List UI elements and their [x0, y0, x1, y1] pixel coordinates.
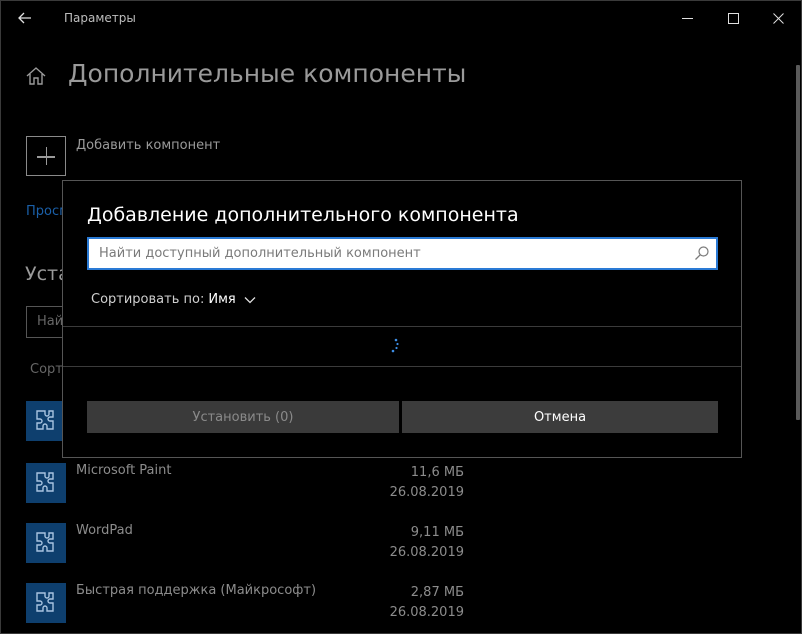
divider	[63, 366, 741, 367]
app-name: Microsoft Paint	[76, 463, 172, 478]
list-item[interactable]: Быстрая поддержка (Майкрософт) 2,87 МБ 2…	[26, 583, 486, 625]
app-icon	[26, 463, 66, 503]
maximize-button[interactable]	[710, 1, 756, 35]
window-title: Параметры	[64, 11, 136, 25]
dialog-title: Добавление дополнительного компонента	[87, 204, 519, 226]
back-button[interactable]	[11, 5, 39, 31]
installed-components-heading: Уста	[25, 263, 62, 285]
list-item[interactable]: WordPad 9,11 МБ 26.08.2019	[26, 523, 486, 565]
minimize-icon	[681, 17, 693, 19]
sort-label: Сортировать по:	[91, 292, 205, 307]
app-size: 2,87 МБ	[410, 585, 464, 600]
installed-search-input[interactable]: Най	[26, 306, 66, 338]
app-icon	[26, 401, 66, 441]
view-history-link[interactable]: Просм	[26, 204, 62, 219]
app-icon	[26, 523, 66, 563]
loading-spinner-icon	[391, 338, 399, 353]
app-name: WordPad	[76, 523, 133, 538]
divider	[63, 326, 741, 327]
puzzle-icon	[36, 410, 54, 430]
app-date: 26.08.2019	[389, 605, 464, 620]
installed-sort-label[interactable]: Сорт	[30, 362, 62, 377]
puzzle-icon	[36, 472, 54, 492]
title-bar: Параметры	[1, 1, 801, 35]
sort-value: Имя	[208, 292, 236, 307]
app-size: 11,6 МБ	[410, 465, 464, 480]
settings-window: Параметры Дополнительные компоненты Доба…	[0, 0, 802, 634]
sort-dropdown[interactable]: Сортировать по: Имя	[91, 292, 256, 307]
cancel-button[interactable]: Отмена	[402, 401, 718, 433]
page-title: Дополнительные компоненты	[68, 59, 467, 88]
install-button[interactable]: Установить (0)	[87, 401, 399, 433]
home-button[interactable]	[25, 65, 47, 87]
puzzle-icon	[36, 592, 54, 612]
home-icon	[26, 67, 46, 85]
app-size: 9,11 МБ	[410, 525, 464, 540]
search-icon[interactable]	[694, 245, 710, 261]
chevron-down-icon	[244, 296, 256, 303]
component-search-input[interactable]	[89, 239, 679, 268]
close-icon	[772, 12, 784, 24]
list-item[interactable]: Microsoft Paint 11,6 МБ 26.08.2019	[26, 463, 486, 505]
app-name: Быстрая поддержка (Майкрософт)	[76, 583, 317, 598]
add-component-label[interactable]: Добавить компонент	[76, 138, 220, 153]
add-component-dialog: Добавление дополнительного компонента Со…	[62, 180, 742, 458]
app-date: 26.08.2019	[389, 485, 464, 500]
puzzle-icon	[36, 532, 54, 552]
component-search-box[interactable]	[87, 237, 718, 270]
minimize-button[interactable]	[664, 1, 710, 35]
close-button[interactable]	[755, 1, 801, 35]
scrollbar[interactable]	[796, 65, 800, 420]
back-arrow-icon	[18, 12, 31, 24]
add-component-button[interactable]	[26, 136, 66, 176]
app-icon	[26, 583, 66, 623]
maximize-icon	[727, 12, 739, 24]
app-date: 26.08.2019	[389, 545, 464, 560]
